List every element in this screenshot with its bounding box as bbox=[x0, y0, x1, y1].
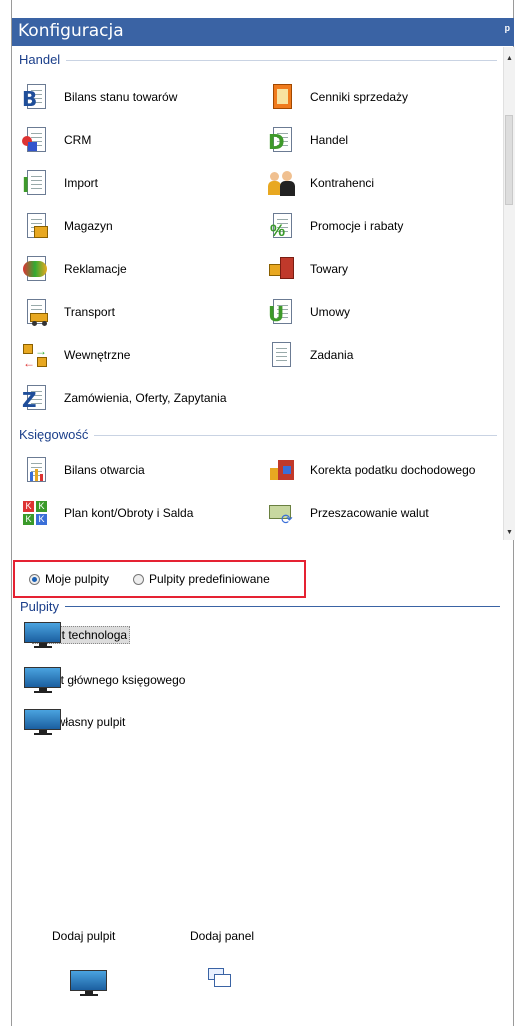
item-korekta-podatku[interactable]: Korekta podatku dochodowego bbox=[268, 456, 475, 484]
item-zamowienia[interactable]: Z Zamówienia, Oferty, Zapytania bbox=[22, 384, 227, 412]
item-kontrahenci[interactable]: Kontrahenci bbox=[268, 169, 374, 197]
price-list-icon bbox=[268, 83, 296, 111]
add-desktop-label: Dodaj pulpit bbox=[52, 929, 116, 943]
section-title: Handel bbox=[19, 52, 61, 67]
item-label: Promocje i rabaty bbox=[310, 219, 404, 233]
desktop-type-selector: Moje pulpity Pulpity predefiniowane bbox=[13, 560, 306, 598]
item-label: Zadania bbox=[310, 348, 354, 362]
modules-list: Handel B Bilans stanu towarów CRM I Impo… bbox=[12, 47, 502, 540]
panel-title: Konfiguracja bbox=[18, 21, 124, 41]
monitor-icon bbox=[24, 709, 62, 735]
item-bilans-otwarcia[interactable]: Bilans otwarcia bbox=[22, 456, 145, 484]
modules-scrollbar[interactable]: ▲ ▼ bbox=[503, 47, 515, 540]
item-crm[interactable]: CRM bbox=[22, 126, 91, 154]
tax-correction-icon bbox=[268, 456, 296, 484]
internal-transfer-icon: → ← bbox=[23, 344, 47, 370]
document-z-icon: Z bbox=[22, 384, 50, 412]
item-label: Magazyn bbox=[64, 219, 113, 233]
item-reklamacje[interactable]: Reklamacje bbox=[22, 255, 127, 283]
item-label: Kontrahenci bbox=[310, 176, 375, 190]
pin-icon[interactable]: ᵖ bbox=[505, 22, 510, 37]
item-label: Korekta podatku dochodowego bbox=[310, 463, 476, 477]
people-icon bbox=[268, 169, 296, 197]
pulpit-item-technologa[interactable]: Pulpit technologa bbox=[24, 622, 131, 648]
section-header-handel: Handel bbox=[19, 52, 497, 67]
radio-label: Pulpity predefiniowane bbox=[149, 572, 270, 586]
radio-checked-icon[interactable] bbox=[29, 573, 40, 585]
section-header-ksiegowosc: Księgowość bbox=[19, 427, 497, 442]
item-import[interactable]: I Import bbox=[22, 169, 98, 197]
tasks-icon bbox=[268, 341, 296, 369]
item-label: Reklamacje bbox=[64, 262, 127, 276]
radio-label: Moje pulpity bbox=[45, 572, 110, 586]
discount-icon: % bbox=[268, 212, 296, 240]
add-desktop-button[interactable] bbox=[70, 970, 108, 996]
pulpit-item-moj-wlasny[interactable]: Mój własny pulpit bbox=[24, 709, 127, 735]
crm-icon bbox=[22, 126, 50, 154]
item-label: Towary bbox=[310, 262, 349, 276]
radio-unchecked-icon[interactable] bbox=[133, 573, 144, 585]
item-label: Plan kont/Obroty i Salda bbox=[64, 506, 194, 520]
item-label: Transport bbox=[64, 305, 115, 319]
panel-titlebar: Konfiguracja ᵖ bbox=[12, 18, 514, 46]
item-handel[interactable]: D Handel bbox=[268, 126, 348, 154]
truck-icon bbox=[22, 298, 50, 326]
item-label: Zamówienia, Oferty, Zapytania bbox=[64, 391, 227, 405]
item-promocje-rabaty[interactable]: % Promocje i rabaty bbox=[268, 212, 403, 240]
add-panel-label: Dodaj panel bbox=[190, 929, 255, 943]
item-label: Przeszacowanie walut bbox=[310, 506, 429, 520]
section-header-pulpity: Pulpity bbox=[20, 599, 500, 614]
chart-of-accounts-icon: KKKK bbox=[22, 499, 50, 527]
section-title: Pulpity bbox=[20, 599, 60, 614]
item-towary[interactable]: Towary bbox=[268, 255, 348, 283]
item-plan-kont[interactable]: KKKK Plan kont/Obroty i Salda bbox=[22, 499, 193, 527]
document-d-icon: D bbox=[268, 126, 296, 154]
goods-icon bbox=[268, 255, 296, 283]
item-bilans-stanu-towarow[interactable]: B Bilans stanu towarów bbox=[22, 83, 177, 111]
item-magazyn[interactable]: Magazyn bbox=[22, 212, 113, 240]
section-title: Księgowość bbox=[19, 427, 89, 442]
item-label: Import bbox=[64, 176, 99, 190]
document-u-icon: U bbox=[268, 298, 296, 326]
scroll-down-icon[interactable]: ▼ bbox=[506, 529, 513, 536]
item-label: CRM bbox=[64, 133, 92, 147]
item-label: Handel bbox=[310, 133, 349, 147]
item-label: Bilans stanu towarów bbox=[64, 90, 178, 104]
currency-revaluation-icon: ⟳ bbox=[268, 499, 296, 527]
scroll-up-icon[interactable]: ▲ bbox=[506, 55, 513, 62]
warehouse-icon bbox=[22, 212, 50, 240]
balance-icon bbox=[22, 456, 50, 484]
radio-moje-pulpity[interactable]: Moje pulpity bbox=[29, 572, 109, 586]
monitor-icon bbox=[24, 622, 62, 648]
item-cenniki-sprzedazy[interactable]: Cenniki sprzedaży bbox=[268, 83, 408, 111]
monitor-icon bbox=[24, 667, 62, 693]
item-label: Wewnętrzne bbox=[64, 348, 131, 362]
item-zadania[interactable]: Zadania bbox=[268, 341, 353, 369]
window-front-icon bbox=[214, 974, 231, 987]
item-label: Umowy bbox=[310, 305, 351, 319]
item-wewnetrzne[interactable]: → ← Wewnętrzne bbox=[22, 341, 131, 370]
item-transport[interactable]: Transport bbox=[22, 298, 115, 326]
complaints-icon bbox=[22, 255, 50, 283]
scrollbar-thumb[interactable] bbox=[505, 115, 513, 205]
item-label: Bilans otwarcia bbox=[64, 463, 145, 477]
document-b-icon: B bbox=[22, 83, 50, 111]
pulpit-item-glownego-ksiegowego[interactable]: Pulpit głównego księgowego bbox=[24, 667, 187, 693]
item-label: Cenniki sprzedaży bbox=[310, 90, 409, 104]
item-przeszacowanie-walut[interactable]: ⟳ Przeszacowanie walut bbox=[268, 499, 429, 527]
item-umowy[interactable]: U Umowy bbox=[268, 298, 350, 326]
add-panel-button[interactable] bbox=[208, 968, 232, 988]
document-i-icon: I bbox=[22, 169, 50, 197]
radio-pulpity-predefiniowane[interactable]: Pulpity predefiniowane bbox=[133, 572, 270, 586]
